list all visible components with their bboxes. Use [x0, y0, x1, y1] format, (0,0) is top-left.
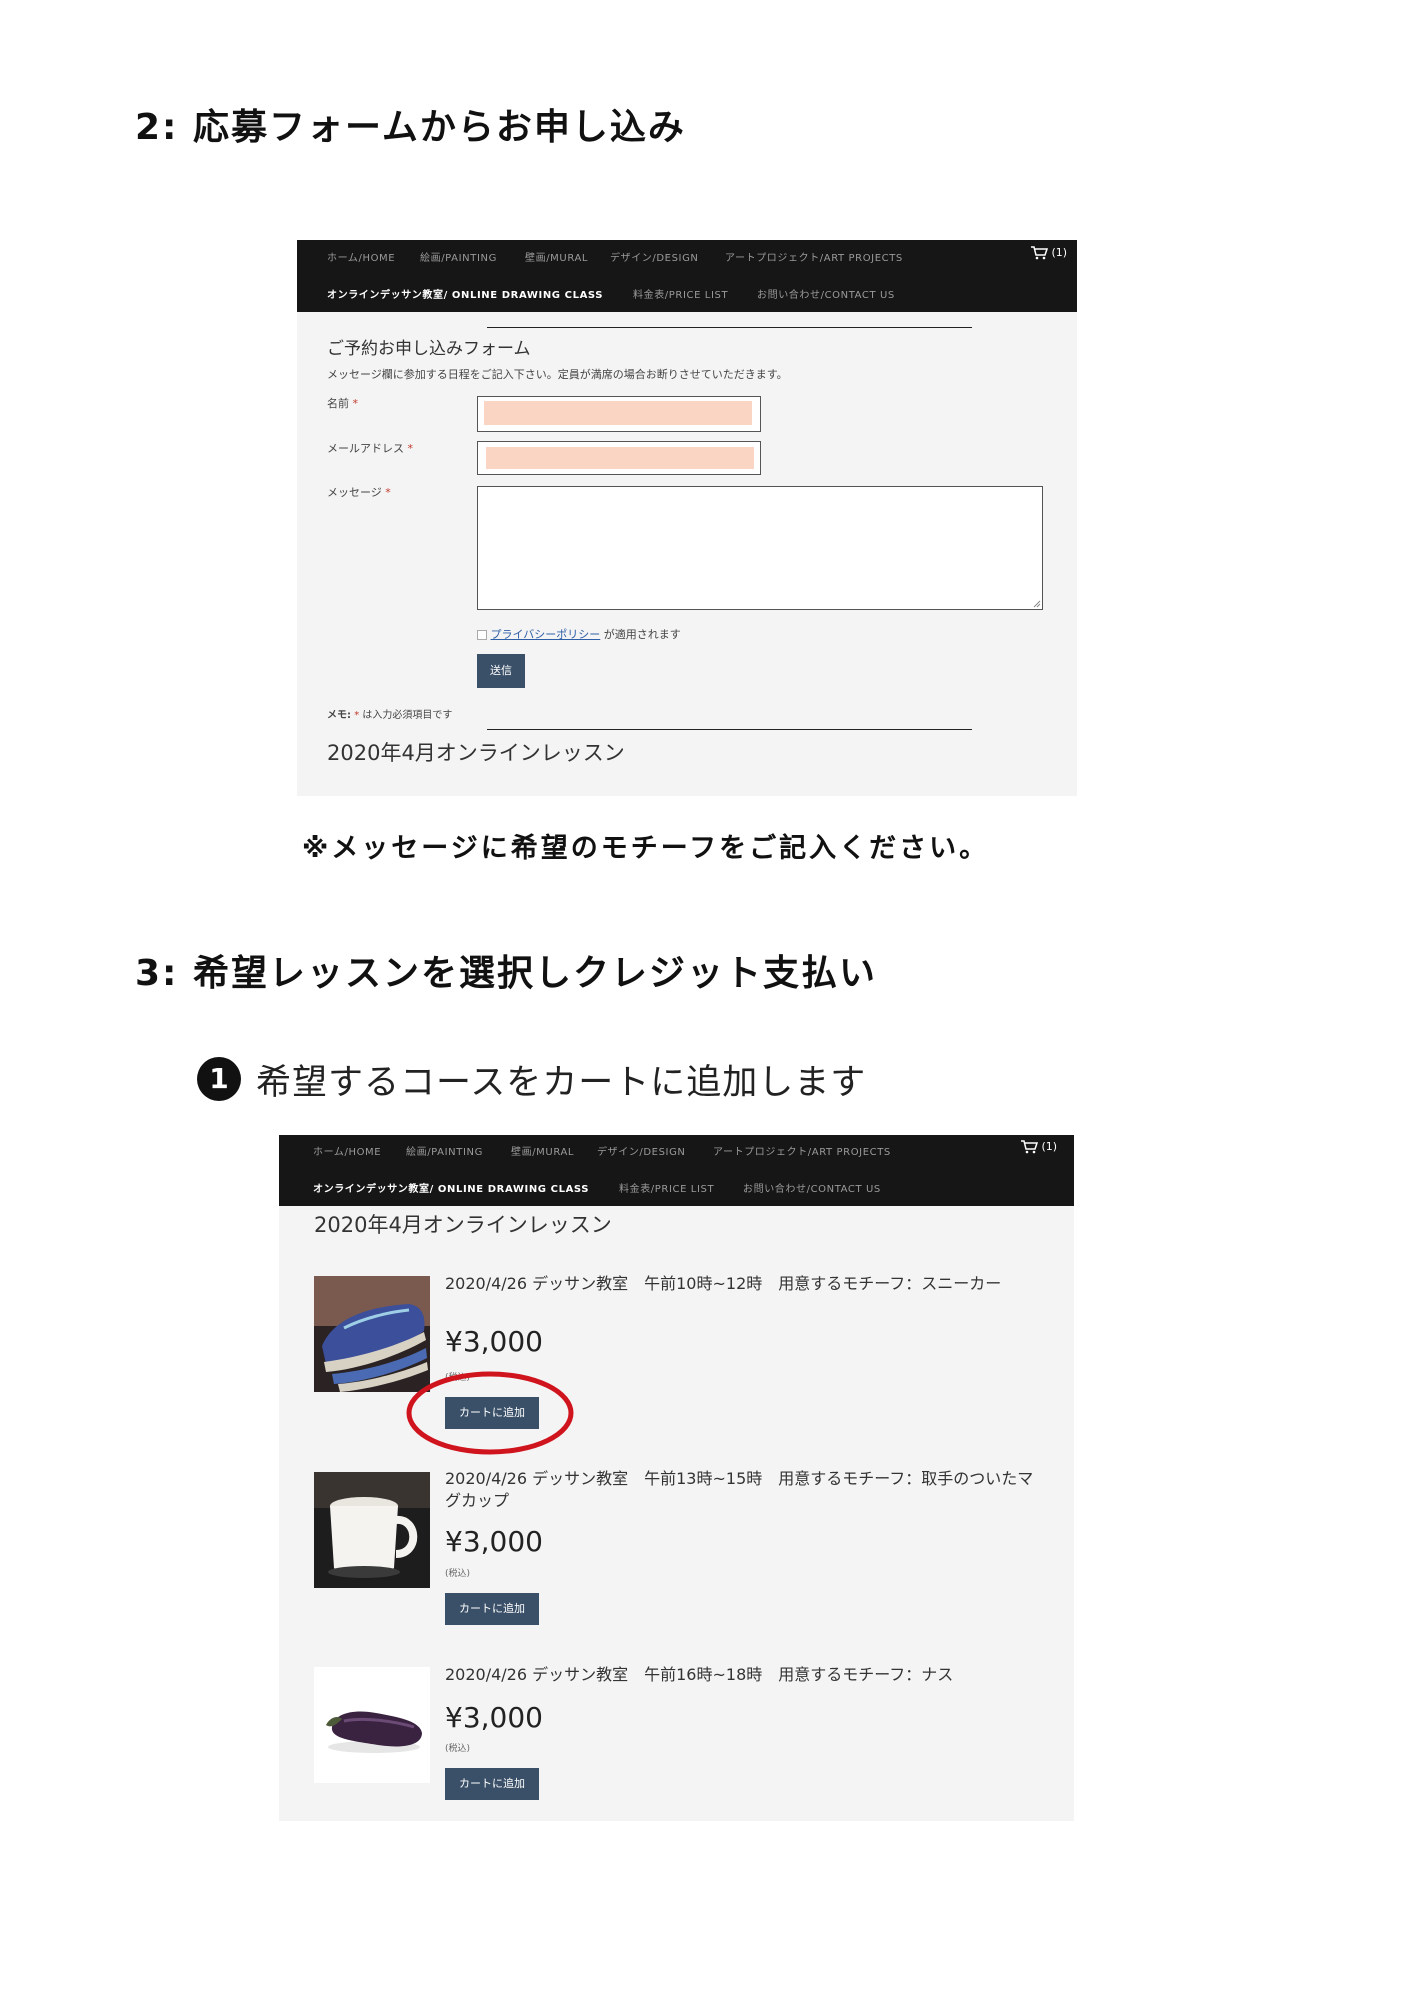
divider	[487, 327, 972, 328]
email-label: メールアドレス *	[327, 442, 413, 455]
product-2-price: ¥3,000	[445, 1525, 543, 1558]
mug-photo[interactable]	[314, 1472, 430, 1588]
message-textarea[interactable]	[477, 486, 1043, 610]
form-screenshot: ホーム/HOME 絵画/PAINTING 壁画/MURAL デザイン/DESIG…	[297, 240, 1077, 796]
name-label: 名前 *	[327, 397, 358, 410]
form-title: ご予約お申し込みフォーム	[327, 339, 531, 359]
name-field[interactable]	[477, 396, 761, 432]
nav-painting[interactable]: 絵画/PAINTING	[406, 1143, 483, 1158]
nav-price-list[interactable]: 料金表/PRICE LIST	[619, 1180, 714, 1195]
privacy-row: プライバシーポリシー が適用されます	[477, 626, 681, 642]
motif-note: ※メッセージに希望のモチーフをご記入ください。	[302, 833, 990, 864]
submit-button[interactable]: 送信	[477, 654, 525, 688]
privacy-checkbox[interactable]	[477, 630, 487, 640]
highlight-circle	[406, 1371, 574, 1455]
nav-mural[interactable]: 壁画/MURAL	[525, 249, 588, 264]
privacy-link[interactable]: プライバシーポリシー	[491, 628, 601, 641]
product-3-add-to-cart-button[interactable]: カートに追加	[445, 1768, 539, 1800]
product-1-price: ¥3,000	[445, 1325, 543, 1358]
shop-screenshot: ホーム/HOME 絵画/PAINTING 壁画/MURAL デザイン/DESIG…	[279, 1135, 1074, 1821]
section-3-heading: 3: 希望レッスンを選択しクレジット支払い	[135, 953, 877, 994]
nav-home[interactable]: ホーム/HOME	[313, 1143, 381, 1158]
cart-count: (1)	[1041, 1140, 1058, 1153]
cart-icon	[1021, 1140, 1039, 1154]
nav-design[interactable]: デザイン/DESIGN	[610, 249, 699, 264]
nav-contact[interactable]: お問い合わせ/CONTACT US	[757, 286, 895, 301]
site-nav: ホーム/HOME 絵画/PAINTING 壁画/MURAL デザイン/DESIG…	[279, 1135, 1074, 1206]
step-1-text: 希望するコースをカートに追加します	[256, 1063, 867, 1103]
product-1-title[interactable]: 2020/4/26 デッサン教室 午前10時~12時 用意するモチーフ：スニーカ…	[445, 1273, 1035, 1295]
cart-count: (1)	[1051, 246, 1068, 259]
product-2-tax: (税込)	[445, 1569, 471, 1579]
nav-home[interactable]: ホーム/HOME	[327, 249, 395, 264]
divider	[487, 729, 972, 730]
nav-painting[interactable]: 絵画/PAINTING	[420, 249, 497, 264]
redaction	[486, 447, 754, 469]
product-3-price: ¥3,000	[445, 1701, 543, 1734]
step-number-badge: 1	[197, 1057, 241, 1101]
cart-icon	[1031, 246, 1049, 260]
product-2-add-to-cart-button[interactable]: カートに追加	[445, 1593, 539, 1625]
next-section-title: 2020年4月オンラインレッスン	[327, 741, 625, 765]
nav-art-projects[interactable]: アートプロジェクト/ART PROJECTS	[713, 1143, 891, 1158]
resize-handle-icon[interactable]	[1033, 600, 1041, 608]
nav-mural[interactable]: 壁画/MURAL	[511, 1143, 574, 1158]
privacy-suffix: が適用されます	[603, 628, 681, 641]
redaction	[484, 401, 752, 425]
cart-link[interactable]: (1)	[1030, 246, 1067, 260]
product-2-title[interactable]: 2020/4/26 デッサン教室 午前13時~15時 用意するモチーフ：取手のつ…	[445, 1468, 1035, 1512]
product-3-tax: (税込)	[445, 1744, 471, 1754]
nav-price-list[interactable]: 料金表/PRICE LIST	[633, 286, 728, 301]
site-nav: ホーム/HOME 絵画/PAINTING 壁画/MURAL デザイン/DESIG…	[297, 240, 1077, 312]
eggplant-photo[interactable]	[314, 1667, 430, 1783]
nav-design[interactable]: デザイン/DESIGN	[597, 1143, 686, 1158]
message-label: メッセージ *	[327, 486, 391, 499]
required-memo: メモ: * は入力必須項目です	[327, 710, 453, 721]
nav-contact[interactable]: お問い合わせ/CONTACT US	[743, 1180, 881, 1195]
shop-title: 2020年4月オンラインレッスン	[314, 1213, 612, 1237]
email-field[interactable]	[477, 441, 761, 475]
nav-online-drawing[interactable]: オンラインデッサン教室/ ONLINE DRAWING CLASS	[327, 286, 603, 301]
form-description: メッセージ欄に参加する日程をご記入下さい。定員が満席の場合お断りさせていただきま…	[327, 368, 788, 381]
nav-online-drawing[interactable]: オンラインデッサン教室/ ONLINE DRAWING CLASS	[313, 1180, 589, 1195]
cart-link[interactable]: (1)	[1020, 1140, 1057, 1154]
nav-art-projects[interactable]: アートプロジェクト/ART PROJECTS	[725, 249, 903, 264]
product-3-title[interactable]: 2020/4/26 デッサン教室 午前16時~18時 用意するモチーフ：ナス	[445, 1664, 1035, 1686]
section-2-heading: 2: 応募フォームからお申し込み	[135, 107, 686, 148]
